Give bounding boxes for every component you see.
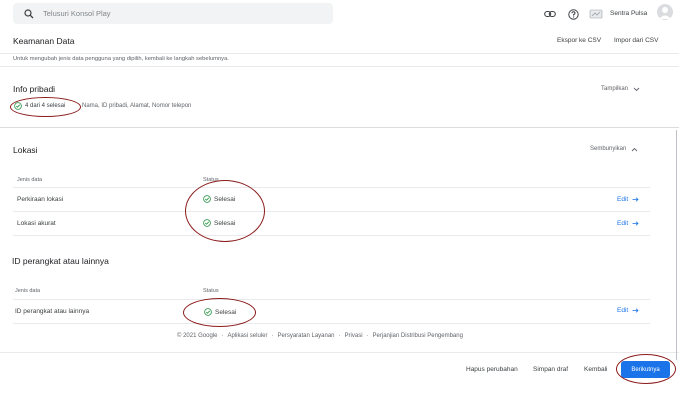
edit-button[interactable]: Edit xyxy=(617,220,639,227)
table-divider xyxy=(13,235,650,236)
export-csv-button[interactable]: Ekspor ke CSV xyxy=(557,37,601,44)
footer-links: © 2021 Google · Aplikasi seluler · Persyarat… xyxy=(177,333,463,339)
edit-button[interactable]: Edit xyxy=(617,196,639,203)
help-icon[interactable] xyxy=(566,7,580,21)
arrow-right-icon xyxy=(632,197,639,202)
edit-label: Edit xyxy=(617,220,629,227)
edit-button[interactable]: Edit xyxy=(617,307,639,314)
discard-changes-button[interactable]: Hapus perubahan xyxy=(466,366,518,373)
row-name-device-id: ID perangkat atau lainnya xyxy=(15,308,90,315)
footer-link-privacy[interactable]: Privasi xyxy=(345,333,363,339)
bottom-bar-divider xyxy=(0,352,679,353)
section-title-location: Lokasi xyxy=(13,145,38,155)
arrow-right-icon xyxy=(632,221,639,226)
edit-label: Edit xyxy=(617,307,629,314)
arrow-right-icon xyxy=(632,308,639,313)
back-button[interactable]: Kembali xyxy=(584,366,607,373)
edit-label: Edit xyxy=(617,196,629,203)
annotation-circle xyxy=(183,298,256,327)
annotation-circle xyxy=(10,97,81,117)
chevron-down-icon xyxy=(633,87,640,91)
chevron-up-icon xyxy=(632,147,638,151)
import-csv-button[interactable]: Impor dari CSV xyxy=(614,37,658,44)
footer-link-mobile-app[interactable]: Aplikasi seluler xyxy=(227,333,267,339)
account-switcher[interactable]: Sentra Pulsa xyxy=(586,4,654,23)
column-header-type: Jenis data xyxy=(17,177,43,183)
link-icon[interactable] xyxy=(543,7,557,21)
save-draft-button[interactable]: Simpan draf xyxy=(533,366,568,373)
avatar[interactable] xyxy=(657,4,673,20)
page-title: Keamanan Data xyxy=(13,36,75,46)
hide-toggle-label: Sembunyikan xyxy=(590,146,627,152)
hint-text: Untuk mengubah jenis data pengguna yang … xyxy=(13,56,229,62)
row-name-approx-location: Perkiraan lokasi xyxy=(17,196,64,203)
hint-divider xyxy=(0,66,679,67)
table-divider xyxy=(13,323,650,324)
header-divider xyxy=(0,53,679,54)
show-toggle-label: Tampilkan xyxy=(601,86,629,92)
section-title-device-id: ID perangkat atau lainnya xyxy=(12,256,109,266)
table-divider xyxy=(13,187,650,188)
row-name-precise-location: Lokasi akurat xyxy=(17,220,56,227)
account-name: Sentra Pulsa xyxy=(610,10,648,17)
annotation-circle xyxy=(185,180,265,242)
column-header-status: Status xyxy=(203,288,219,294)
table-divider xyxy=(13,299,650,300)
footer-link-dev-agreement[interactable]: Perjanjian Distribusi Pengembang xyxy=(373,333,463,339)
annotation-circle xyxy=(616,354,676,384)
column-header-type: Jenis data xyxy=(15,288,41,294)
personal-info-types: Nama, ID pribadi, Alamat, Nomor telepon xyxy=(82,103,192,109)
show-toggle[interactable]: Tampilkan xyxy=(601,86,640,92)
search-icon xyxy=(23,8,35,20)
footer-link-terms[interactable]: Persyaratan Layanan xyxy=(277,333,334,339)
hide-toggle[interactable]: Sembunyikan xyxy=(590,146,638,152)
search-bar[interactable] xyxy=(13,3,333,24)
section-title-personal-info: Info pribadi xyxy=(13,84,56,94)
search-input[interactable] xyxy=(43,9,303,18)
scrollbar[interactable] xyxy=(676,130,677,360)
table-divider xyxy=(13,211,650,212)
developer-icon xyxy=(589,9,603,19)
copyright-text: © 2021 Google xyxy=(177,333,218,339)
section-divider xyxy=(0,127,679,128)
